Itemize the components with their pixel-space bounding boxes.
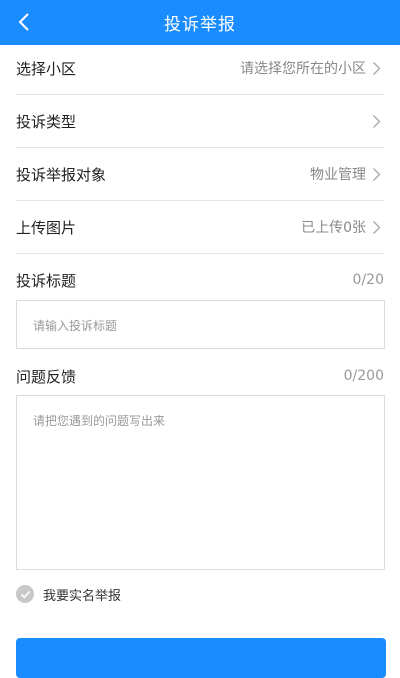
chevron-right-icon bbox=[372, 166, 384, 182]
back-button[interactable] bbox=[10, 8, 38, 36]
complaint-title-section: 投诉标题 0/20 bbox=[16, 268, 384, 292]
complaint-target-label: 投诉举报对象 bbox=[16, 165, 107, 184]
upload-images-value: 已上传0张 bbox=[301, 220, 366, 236]
feedback-textarea[interactable]: 请把您遇到的问题写出来 bbox=[16, 395, 385, 570]
chevron-right-icon bbox=[372, 60, 384, 76]
back-arrow-icon bbox=[18, 13, 29, 31]
feedback-section: 问题反馈 0/200 bbox=[16, 364, 384, 388]
complaint-title-label: 投诉标题 bbox=[16, 271, 77, 290]
app-header: 投诉举报 bbox=[0, 0, 400, 45]
select-community-row[interactable]: 选择小区 请选择您所在的小区 bbox=[16, 42, 384, 95]
chevron-right-icon bbox=[372, 219, 384, 235]
realname-label: 我要实名举报 bbox=[43, 588, 122, 604]
complaint-title-placeholder: 请输入投诉标题 bbox=[33, 319, 118, 333]
select-community-label: 选择小区 bbox=[16, 59, 77, 78]
complaint-title-count: 0/20 bbox=[352, 272, 384, 288]
page-title: 投诉举报 bbox=[164, 15, 236, 35]
feedback-label: 问题反馈 bbox=[16, 367, 77, 386]
submit-button[interactable] bbox=[16, 638, 386, 678]
complaint-type-right bbox=[366, 113, 384, 129]
complaint-title-input[interactable]: 请输入投诉标题 bbox=[16, 300, 385, 349]
feedback-count: 0/200 bbox=[343, 368, 384, 384]
check-icon bbox=[16, 585, 34, 603]
complaint-target-value: 物业管理 bbox=[310, 167, 366, 183]
complaint-type-row[interactable]: 投诉类型 bbox=[16, 95, 384, 148]
realname-checkbox[interactable]: 我要实名举报 bbox=[16, 583, 121, 605]
feedback-placeholder: 请把您遇到的问题写出来 bbox=[33, 414, 166, 428]
complaint-type-label: 投诉类型 bbox=[16, 112, 77, 131]
upload-images-right: 已上传0张 bbox=[301, 217, 384, 237]
select-community-right: 请选择您所在的小区 bbox=[240, 58, 384, 78]
upload-images-row[interactable]: 上传图片 已上传0张 bbox=[16, 201, 384, 254]
complaint-target-right: 物业管理 bbox=[310, 164, 384, 184]
complaint-target-row[interactable]: 投诉举报对象 物业管理 bbox=[16, 148, 384, 201]
chevron-right-icon bbox=[372, 113, 384, 129]
upload-images-label: 上传图片 bbox=[16, 218, 77, 237]
select-community-value: 请选择您所在的小区 bbox=[240, 61, 366, 77]
